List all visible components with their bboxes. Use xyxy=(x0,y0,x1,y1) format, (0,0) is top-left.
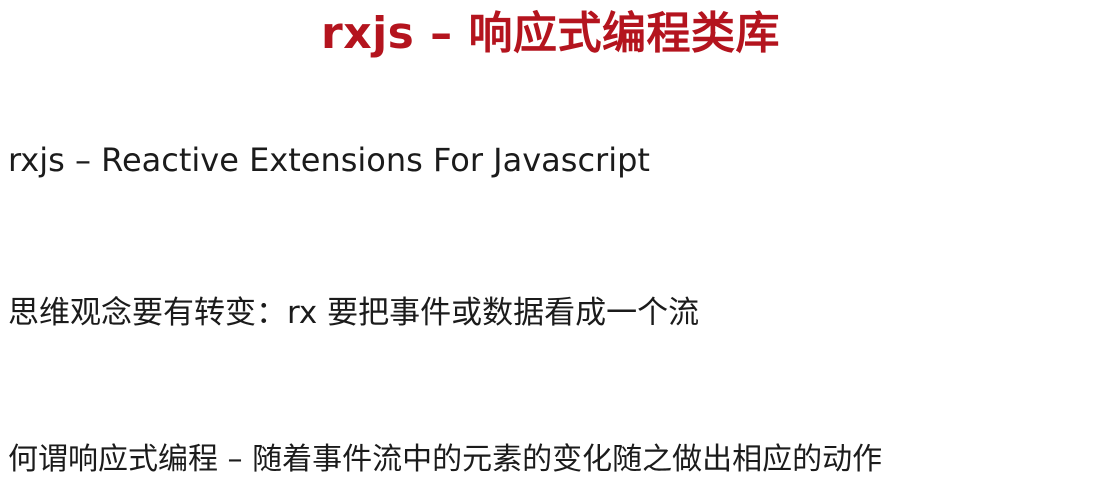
rxjs-definition-line: rxjs – Reactive Extensions For Javascrip… xyxy=(8,141,650,179)
reactive-programming-definition-line: 何谓响应式编程 – 随着事件流中的元素的变化随之做出相应的动作 xyxy=(8,442,883,477)
slide-title: rxjs – 响应式编程类库 xyxy=(321,8,780,59)
mindset-change-line: 思维观念要有转变：rx 要把事件或数据看成一个流 xyxy=(8,295,700,331)
slide: rxjs – 响应式编程类库 rxjs – Reactive Extension… xyxy=(0,0,1101,485)
